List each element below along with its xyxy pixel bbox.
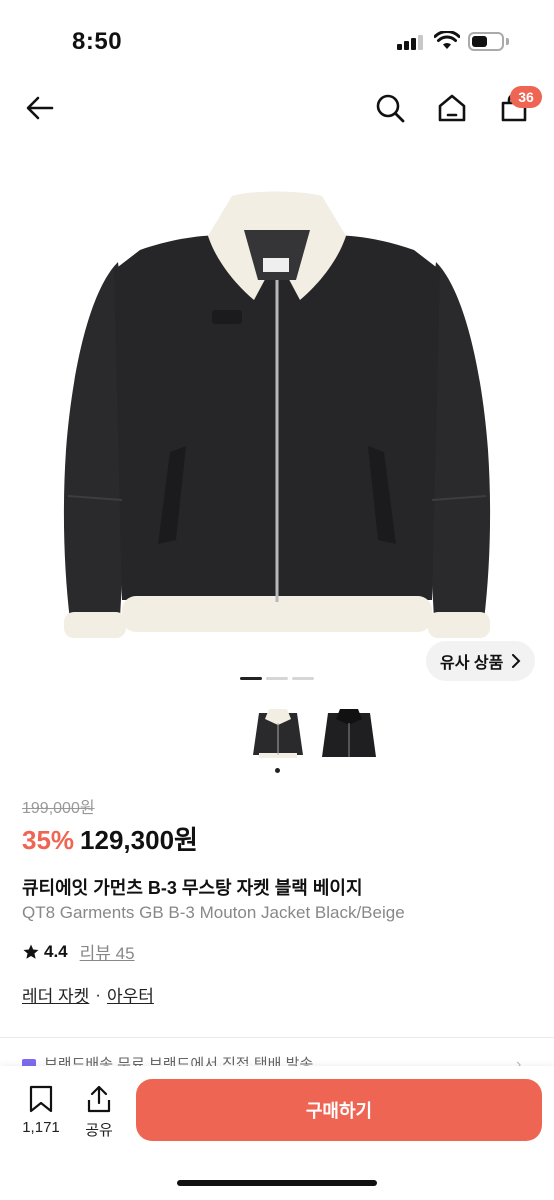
share-button[interactable]: 공유 — [72, 1084, 126, 1140]
home-indicator — [177, 1180, 377, 1186]
product-title-english: QT8 Garments GB B-3 Mouton Jacket Black/… — [22, 903, 405, 922]
wifi-icon — [434, 31, 460, 49]
thumbnail-black-collar[interactable] — [318, 700, 380, 766]
cellular-signal-icon — [397, 34, 425, 50]
thumbnail-selected-indicator — [275, 768, 280, 773]
rating-row: 4.4 리뷰 45 — [22, 939, 135, 964]
product-title-korean: 큐티에잇 가먼츠 B-3 무스탕 자켓 블랙 베이지 — [22, 878, 363, 898]
similar-products-label: 유사 상품 — [440, 655, 504, 672]
bookmark-icon — [29, 1085, 53, 1113]
category-separator: · — [95, 984, 101, 1004]
top-nav — [0, 80, 554, 136]
chevron-right-icon — [512, 654, 521, 668]
section-divider — [0, 1037, 554, 1038]
discount-rate: 35% — [22, 825, 75, 855]
cart-count-badge: 36 — [510, 86, 542, 108]
price-row: 35% 129,300원 — [22, 820, 198, 857]
share-label: 공유 — [85, 1122, 113, 1139]
back-icon[interactable] — [22, 90, 58, 126]
category-link-outer[interactable]: 아우터 — [107, 982, 154, 1007]
sale-price: 129,300원 — [80, 825, 198, 855]
buy-button[interactable]: 구매하기 — [136, 1079, 542, 1141]
battery-icon — [468, 32, 504, 51]
status-bar: 8:50 — [0, 0, 554, 80]
original-price: 199,000원 — [22, 800, 95, 817]
home-icon[interactable] — [434, 90, 470, 126]
thumbnail-beige-collar[interactable] — [247, 700, 309, 766]
rating-value: 4.4 — [44, 941, 68, 961]
status-time: 8:50 — [72, 28, 123, 55]
product-image[interactable] — [0, 150, 554, 670]
review-count-link[interactable]: 리뷰 45 — [80, 939, 135, 964]
share-icon — [87, 1085, 111, 1113]
similar-products-button[interactable]: 유사 상품 — [426, 641, 536, 681]
star-icon — [23, 944, 39, 959]
wishlist-count: 1,171 — [22, 1119, 60, 1136]
search-icon[interactable] — [372, 90, 408, 126]
wishlist-button[interactable]: 1,171 — [14, 1084, 68, 1136]
category-breadcrumb: 레더 자켓 · 아우터 — [22, 982, 154, 1007]
category-link-leather-jacket[interactable]: 레더 자켓 — [22, 982, 89, 1007]
